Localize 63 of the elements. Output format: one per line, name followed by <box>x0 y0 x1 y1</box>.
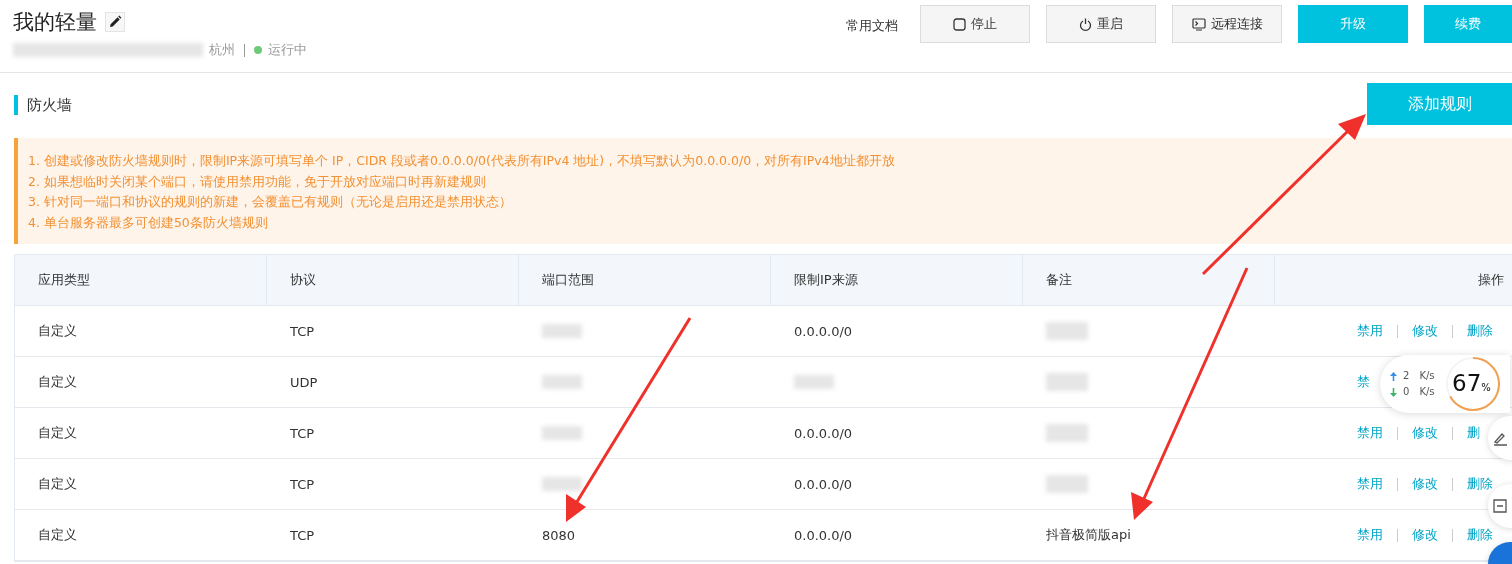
speed-unit: K/s <box>1419 385 1435 399</box>
table-cell: 自定义 <box>38 322 77 340</box>
header-button[interactable]: 续费 <box>1424 5 1512 43</box>
table-cell: UDP <box>290 374 318 390</box>
table-cell: TCP <box>290 527 315 543</box>
square-icon <box>953 17 966 31</box>
table-cell: TCP <box>290 476 315 492</box>
upload-speed: 2 <box>1403 369 1410 383</box>
table-cell: 0.0.0.0/0 <box>794 323 853 339</box>
notice-text: 1. 创建或修改防火墙规则时，限制IP来源可填写单个 IP，CIDR 段或者0.0.0.0/0(代表所有IPv4 地址)，不填写默认为0.0.0.0/0，对所有IPv4地址都开放 <box>28 152 896 170</box>
action-link[interactable]: 删除 <box>1467 526 1493 544</box>
table-cell: 0.0.0.0/0 <box>794 527 853 543</box>
power-icon <box>1079 17 1092 31</box>
action-link[interactable]: 删 <box>1467 424 1480 442</box>
table-cell: TCP <box>290 323 315 339</box>
column-header: 备注 <box>1023 255 1275 305</box>
column-header: 端口范围 <box>519 255 771 305</box>
action-link[interactable]: 禁 <box>1357 373 1370 391</box>
column-header: 限制IP来源 <box>771 255 1023 305</box>
table-cell: 自定义 <box>38 373 77 391</box>
table-cell: 自定义 <box>38 424 77 442</box>
usage-percent: 67% <box>1452 370 1491 396</box>
down-arrow-icon <box>1390 387 1397 397</box>
action-link[interactable]: 修改 <box>1412 475 1438 493</box>
notice-text: 3. 针对同一端口和协议的规则的新建，会覆盖已有规则（无论是启用还是禁用状态） <box>28 193 513 211</box>
action-link[interactable]: 删除 <box>1467 322 1493 340</box>
table-cell: 0.0.0.0/0 <box>794 425 853 441</box>
header-button[interactable]: 停止 <box>920 5 1030 43</box>
column-header: 应用类型 <box>15 255 267 305</box>
header-button[interactable]: 重启 <box>1046 5 1156 43</box>
pencil-icon[interactable] <box>105 12 125 32</box>
table-cell: 自定义 <box>38 475 77 493</box>
notice-text: 2. 如果想临时关闭某个端口，请使用禁用功能，免于开放对应端口时再新建规则 <box>28 172 487 191</box>
action-link[interactable]: 修改 <box>1412 322 1438 340</box>
status-label: 运行中 <box>268 41 307 59</box>
usage-arc <box>1449 357 1500 411</box>
table-cell: 抖音极简版api <box>1046 526 1131 544</box>
action-link[interactable]: 删除 <box>1467 475 1493 493</box>
notice-text: 4. 单台服务器最多可创建50条防火墙规则 <box>28 213 269 232</box>
action-link[interactable]: 禁用 <box>1357 475 1383 493</box>
up-arrow-icon <box>1390 371 1397 381</box>
table-cell: TCP <box>290 425 315 441</box>
docs-link[interactable]: 常用文档 <box>846 17 898 35</box>
instance-title: 我的轻量 <box>13 9 97 36</box>
redacted-block <box>542 477 582 491</box>
download-speed: 0 <box>1403 385 1410 399</box>
action-link[interactable]: 禁用 <box>1357 526 1383 544</box>
column-header: 协议 <box>267 255 519 305</box>
action-link[interactable]: 禁用 <box>1357 322 1383 340</box>
add-rule-button[interactable]: 添加规则 <box>1367 83 1512 125</box>
action-link[interactable]: 修改 <box>1412 424 1438 442</box>
action-link[interactable]: 禁用 <box>1357 424 1383 442</box>
header-button[interactable]: 远程连接 <box>1172 5 1282 43</box>
action-link[interactable]: 修改 <box>1412 526 1438 544</box>
section-title: 防火墙 <box>14 95 72 115</box>
table-cell: 自定义 <box>38 526 77 544</box>
header-button[interactable]: 升级 <box>1298 5 1408 43</box>
speed-unit: K/s <box>1419 369 1435 383</box>
table-cell: 8080 <box>542 527 576 543</box>
terminal-icon <box>1191 17 1206 31</box>
column-header: 操作 <box>1477 271 1505 289</box>
table-cell: 0.0.0.0/0 <box>794 476 853 492</box>
region-label: 杭州 <box>209 41 235 59</box>
